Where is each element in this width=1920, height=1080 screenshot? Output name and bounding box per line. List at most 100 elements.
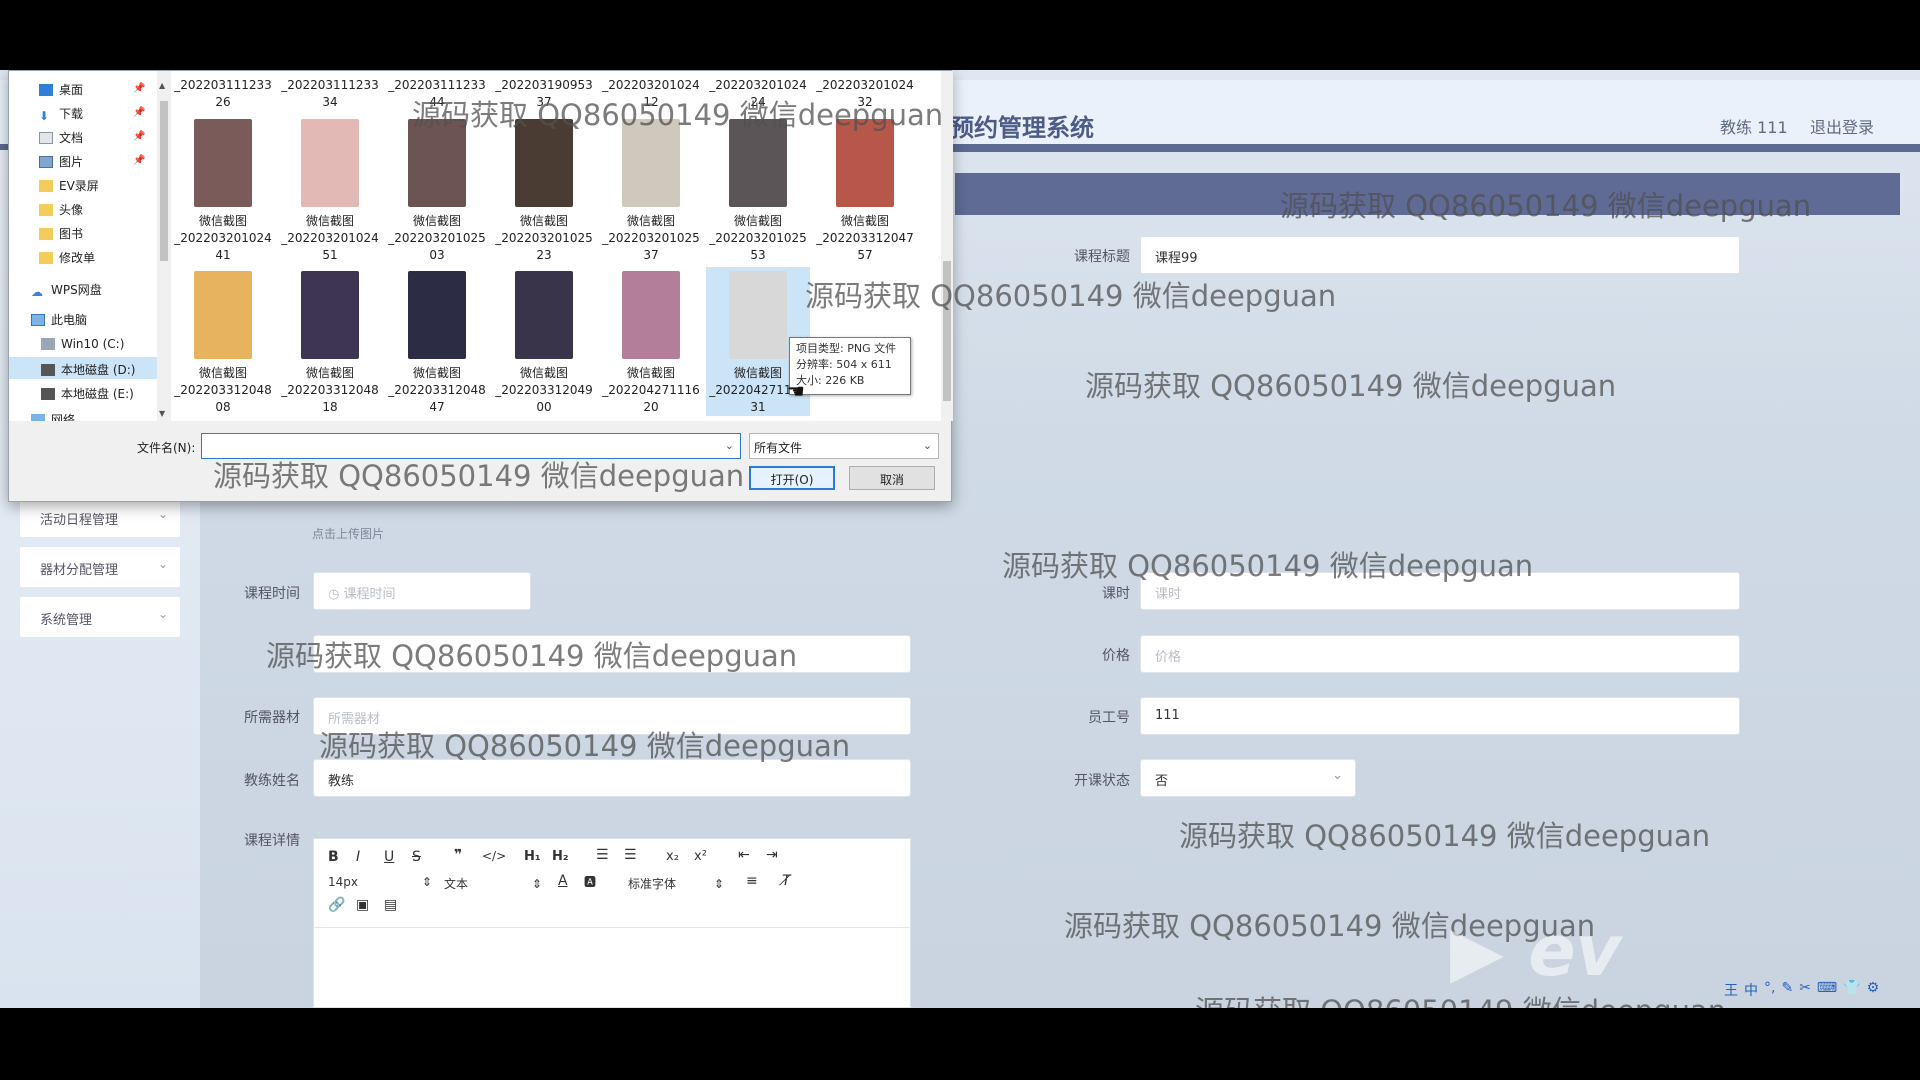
file-item[interactable]: _202203111233 34 [278, 77, 382, 111]
file-item[interactable]: 微信截图 _202203312048 18 [278, 267, 382, 416]
nav-item-drive-c[interactable]: Win10 (C:) [41, 337, 124, 351]
file-item[interactable]: 微信截图 _202203201025 53 [706, 115, 810, 264]
quote-icon[interactable]: ❞ [454, 847, 462, 863]
nav-item-avatar[interactable]: 头像 [39, 201, 83, 218]
clear-format-icon[interactable]: T̸ [782, 873, 791, 889]
nav-item-network[interactable]: 网络 [31, 411, 75, 421]
font-family-select[interactable]: 标准字体 ⇕ [628, 875, 724, 892]
file-item[interactable]: 微信截图 _202203201024 41 [171, 115, 275, 264]
ime-icon[interactable]: ✂ [1799, 980, 1811, 1004]
logout-link[interactable]: 退出登录 [1810, 114, 1874, 138]
status-select[interactable]: 否 ⌄ [1140, 759, 1356, 797]
h2-icon[interactable]: H₂ [552, 849, 569, 864]
chevron-down-icon[interactable]: ⌄ [725, 439, 734, 452]
file-item[interactable]: 微信截图 _202203312048 08 [171, 267, 275, 416]
file-type-label: 微信截图 [840, 214, 889, 228]
cancel-button[interactable]: 取消 [849, 466, 935, 490]
nav-item-this-pc[interactable]: 此电脑 [31, 311, 87, 328]
nav-item-books[interactable]: 图书 [39, 225, 83, 242]
file-item[interactable]: 微信截图 _202204271116 20 [599, 267, 703, 416]
bg-color-icon[interactable]: 🅰 [584, 873, 596, 890]
file-item[interactable]: _202203111233 26 [171, 77, 275, 111]
file-item[interactable]: 微信截图 _202203312048 47 [385, 267, 489, 416]
outdent-icon[interactable]: ⇤ [738, 847, 750, 863]
ime-toolbar[interactable]: 王中 °, ✎ ✂ ⌨ 👕 ⚙ [1724, 980, 1879, 1004]
open-button[interactable]: 打开(O) [749, 466, 835, 490]
italic-icon[interactable]: I [356, 849, 360, 865]
course-time-input[interactable]: ◷ 课程时间 [313, 572, 531, 610]
clock-icon: ◷ [328, 587, 344, 602]
file-item[interactable]: 微信截图 _202203201025 03 [385, 115, 489, 264]
font-color-icon[interactable]: A [558, 873, 568, 889]
ime-icon[interactable]: 👕 [1843, 980, 1860, 1004]
drive-icon [41, 338, 55, 350]
sidebar-item-activity-schedule[interactable]: 活动日程管理 ⌄ [20, 497, 180, 537]
file-type-label: 微信截图 [412, 366, 461, 380]
bullet-list-icon[interactable]: ☰ [624, 847, 637, 863]
code-icon[interactable]: </> [482, 849, 506, 863]
nav-item-desktop[interactable]: 桌面 [39, 81, 83, 98]
file-name: _202203201025 [709, 231, 807, 245]
file-item[interactable]: 微信截图 _202203201025 37 [599, 115, 703, 264]
ime-icon[interactable]: °, [1764, 980, 1775, 1004]
tooltip-resolution: 分辨率: 504 x 611 [796, 358, 892, 371]
file-name-suffix: 57 [857, 248, 873, 262]
block-select[interactable]: 文本 ⇕ [444, 875, 542, 892]
watermark: 源码获取 QQ86050149 微信deepguan [1179, 819, 1711, 853]
strike-icon[interactable]: S [412, 849, 421, 865]
nav-item-drive-d[interactable]: 本地磁盘 (D:) [41, 361, 135, 378]
filename-label: 文件名(N): [137, 441, 196, 455]
scroll-up-icon[interactable]: ▲ [159, 81, 165, 90]
upload-hint[interactable]: 点击上传图片 [312, 525, 384, 542]
cloud-icon: ☁ [31, 285, 43, 299]
nav-scroll-thumb[interactable] [160, 101, 168, 261]
underline-icon[interactable]: U [384, 849, 394, 865]
watermark: 源码获取 QQ86050149 微信deepguan [412, 98, 944, 132]
price-input[interactable]: 价格 [1140, 635, 1740, 673]
ime-icon[interactable]: 中 [1744, 980, 1758, 1004]
file-type-filter[interactable]: 所有文件 ⌄ [749, 433, 939, 459]
file-item[interactable]: 微信截图 _202203312049 00 [492, 267, 596, 416]
nav-item-pictures[interactable]: 图片 [39, 153, 83, 170]
align-icon[interactable]: ≡ [746, 873, 758, 889]
nav-item-downloads[interactable]: ⬇ 下载 [39, 105, 83, 123]
course-title-input[interactable]: 课程99 [1140, 236, 1740, 274]
nav-item-ev[interactable]: EV录屏 [39, 177, 99, 194]
nav-item-wps[interactable]: ☁ WPS网盘 [31, 281, 102, 299]
nav-item-documents[interactable]: 文档 [39, 129, 83, 146]
staff-no-input[interactable]: 111 [1140, 697, 1740, 735]
h1-icon[interactable]: H₁ [524, 849, 541, 864]
ime-icon[interactable]: 王 [1724, 980, 1738, 1004]
sidebar-item-system[interactable]: 系统管理 ⌄ [20, 597, 180, 637]
nav-item-drive-e[interactable]: 本地磁盘 (E:) [41, 385, 134, 402]
bold-icon[interactable]: B [328, 849, 339, 865]
sidebar-item-equipment[interactable]: 器材分配管理 ⌄ [20, 547, 180, 587]
file-item[interactable]: 微信截图 _202203201024 51 [278, 115, 382, 264]
status-value: 否 [1155, 774, 1169, 789]
link-icon[interactable]: 🔗 [328, 897, 345, 913]
file-name: _202203312048 [388, 383, 486, 397]
file-name: _202203201025 [495, 231, 593, 245]
hours-label: 课时 [1102, 586, 1130, 602]
ime-icon[interactable]: ⌨ [1817, 980, 1837, 1004]
file-item[interactable]: 微信截图 _202203201025 23 [492, 115, 596, 264]
image-icon[interactable]: ▣ [356, 897, 369, 913]
file-thumbnail [194, 119, 252, 207]
subscript-icon[interactable]: x₂ [666, 849, 679, 864]
rich-text-editor[interactable]: B I U S ❞ </> H₁ H₂ ☰ ☰ x₂ x² ⇤ ⇥ 14px ⇕… [313, 838, 911, 1008]
superscript-icon[interactable]: x² [694, 849, 707, 864]
file-type-label: 微信截图 [519, 366, 568, 380]
ime-icon[interactable]: ⚙ [1867, 980, 1880, 1004]
nav-scrollbar[interactable]: ▲ ▼ [157, 71, 171, 421]
file-name: _202203111233 [281, 78, 379, 92]
nav-item-changes[interactable]: 修改单 [39, 249, 95, 266]
indent-icon[interactable]: ⇥ [766, 847, 778, 863]
font-size-select[interactable]: 14px ⇕ [328, 875, 432, 889]
scroll-down-icon[interactable]: ▼ [159, 409, 165, 418]
ime-icon[interactable]: ✎ [1781, 980, 1793, 1004]
course-time-label: 课程时间 [244, 586, 300, 602]
file-item[interactable]: 微信截图 _202203312047 57 [813, 115, 917, 264]
video-icon[interactable]: ▤ [384, 897, 397, 913]
computer-icon [31, 314, 45, 326]
ordered-list-icon[interactable]: ☰ [596, 847, 609, 863]
